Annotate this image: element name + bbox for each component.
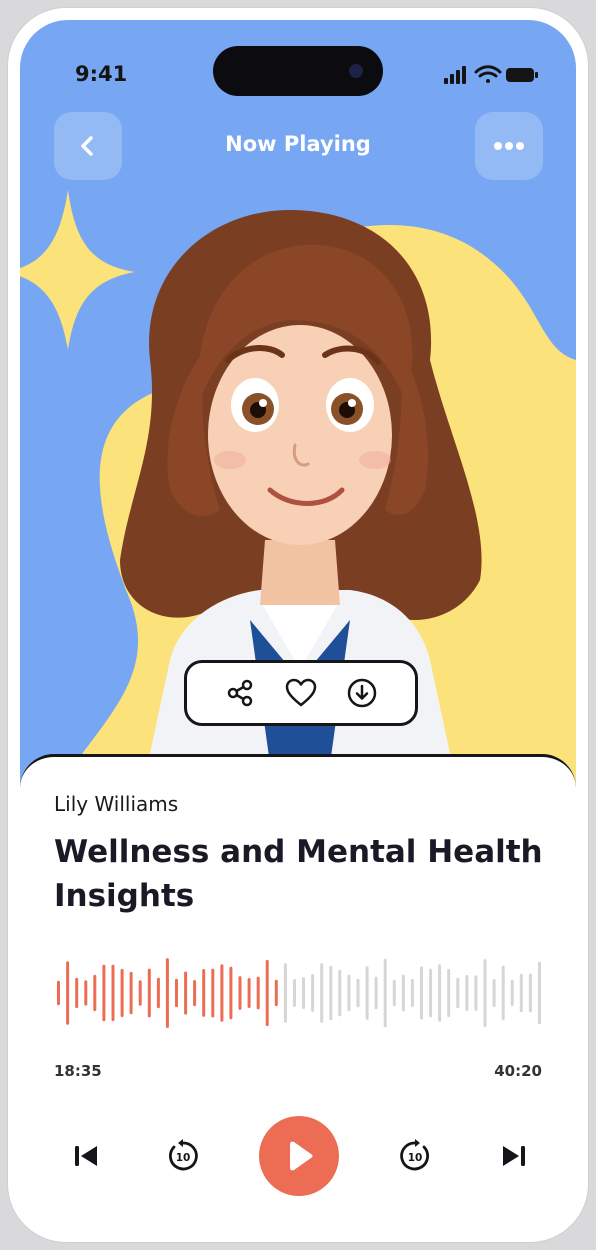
waveform-bar <box>138 980 142 1006</box>
waveform-bar <box>84 980 88 1006</box>
status-time: 9:41 <box>75 62 128 86</box>
waveform-bar <box>93 974 97 1012</box>
play-icon <box>290 1141 313 1171</box>
waveform-bar <box>447 968 451 1018</box>
rewind-seconds: 10 <box>176 1152 191 1164</box>
waveform-bar <box>329 965 333 1021</box>
waveform-bar <box>510 979 514 1006</box>
episode-title: Wellness and Mental Health Insights <box>54 834 543 914</box>
waveform-scrubber[interactable] <box>54 958 544 1028</box>
waveform-bar <box>438 964 442 1022</box>
waveform-bar <box>383 958 387 1028</box>
waveform-bar <box>356 978 360 1008</box>
waveform-bar <box>265 959 269 1027</box>
next-button[interactable] <box>494 1136 534 1176</box>
elapsed-time: 18:35 <box>54 1062 102 1080</box>
waveform-bar <box>456 977 460 1009</box>
like-button[interactable] <box>284 676 318 710</box>
screen: 9:41 Now Playing Lily Williams Wellness … <box>20 20 576 1230</box>
playback-controls: 10 10 <box>20 1116 576 1196</box>
waveform-bar <box>147 968 151 1018</box>
waveform-bar <box>293 979 296 1007</box>
waveform-bar <box>311 974 315 1012</box>
waveform-bar <box>410 978 414 1007</box>
total-time: 40:20 <box>494 1062 542 1080</box>
chevron-left-icon <box>81 136 93 156</box>
page-title: Now Playing <box>225 132 371 156</box>
download-button[interactable] <box>345 676 379 710</box>
waveform-bar <box>211 968 215 1018</box>
previous-button[interactable] <box>66 1136 106 1176</box>
waveform-bar <box>374 976 378 1010</box>
waveform-bar <box>528 973 532 1013</box>
share-icon <box>227 679 252 707</box>
battery-icon <box>506 68 538 82</box>
waveform-bar <box>320 963 324 1023</box>
waveform-bar <box>429 968 433 1018</box>
forward-seconds: 10 <box>408 1152 423 1164</box>
waveform-bar <box>474 975 478 1011</box>
heart-icon <box>285 678 317 707</box>
waveform-bar <box>156 977 160 1009</box>
waveform-bar <box>220 964 224 1022</box>
more-options-button[interactable] <box>475 112 543 180</box>
waveform-bar <box>238 976 242 1010</box>
waveform-bar <box>365 966 369 1020</box>
waveform-bar <box>75 977 79 1009</box>
waveform-bar <box>420 966 423 1020</box>
waveform-bar <box>111 964 115 1022</box>
share-button[interactable] <box>223 676 257 710</box>
artist-name: Lily Williams <box>54 792 179 816</box>
back-button[interactable] <box>54 112 122 180</box>
waveform-bar <box>229 966 233 1020</box>
waveform-bar <box>347 974 351 1012</box>
waveform-bar <box>247 978 251 1008</box>
waveform-bar <box>102 964 106 1022</box>
waveform-bar <box>392 979 396 1007</box>
skip-previous-icon <box>75 1146 97 1166</box>
forward-10-button[interactable]: 10 <box>393 1134 437 1178</box>
skip-next-icon <box>503 1146 525 1166</box>
waveform-bar <box>283 963 287 1023</box>
waveform-bar <box>66 961 70 1025</box>
status-bar: 9:41 <box>20 20 576 100</box>
play-button[interactable] <box>259 1116 339 1196</box>
download-icon <box>348 678 377 708</box>
waveform-bar <box>401 974 405 1012</box>
waveform-bar <box>165 958 169 1028</box>
waveform-bar <box>274 979 278 1007</box>
wifi-icon <box>474 65 502 83</box>
forward-10-icon: 10 <box>400 1139 429 1171</box>
action-bar <box>184 660 418 726</box>
cellular-signal-icon <box>444 66 466 84</box>
waveform-bar <box>338 969 342 1017</box>
rewind-10-button[interactable]: 10 <box>161 1134 205 1178</box>
waveform-bar <box>256 976 260 1010</box>
waveform-bar <box>519 973 523 1013</box>
rewind-10-icon: 10 <box>169 1139 198 1171</box>
waveform-bar <box>492 979 496 1007</box>
waveform-bar <box>175 978 178 1008</box>
waveform-bar <box>120 968 124 1018</box>
status-icons <box>444 64 540 86</box>
waveform-bar <box>193 980 197 1007</box>
waveform-bar <box>465 975 469 1011</box>
waveform-bar <box>202 969 206 1017</box>
waveform-bar <box>129 971 133 1015</box>
waveform-bar <box>302 977 305 1009</box>
waveform-bar <box>483 959 487 1027</box>
ellipsis-icon <box>494 142 524 150</box>
phone-frame: 9:41 Now Playing Lily Williams Wellness … <box>8 8 588 1242</box>
dynamic-island <box>213 46 383 96</box>
camera-icon <box>349 64 363 78</box>
waveform-bar <box>184 971 188 1015</box>
waveform-bar <box>501 965 505 1021</box>
waveform-bar <box>57 980 60 1006</box>
waveform-bar <box>538 961 541 1025</box>
